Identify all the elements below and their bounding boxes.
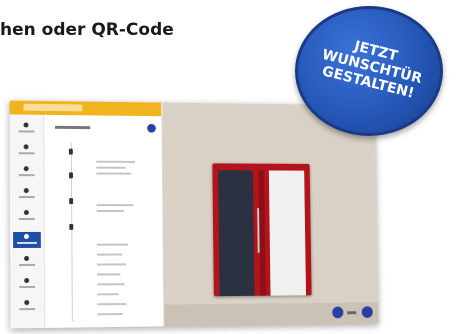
floor [164,302,379,327]
rail-item-icon [23,188,29,194]
option-line [97,273,121,276]
rail-item[interactable] [17,255,37,270]
step-node [69,223,74,230]
headline: hen oder QR-Code [0,20,174,40]
rail-item[interactable] [17,188,37,202]
zoom-in-button[interactable] [361,306,373,318]
rail-item-label [18,174,35,177]
rail-item-active[interactable] [13,231,41,249]
door-sidelight-glass [268,170,307,296]
option-line [97,283,125,286]
rail-item-icon [23,166,29,172]
rail-item-icon [23,144,29,150]
rail-item[interactable] [17,144,37,158]
option-line [96,263,127,266]
rail-item[interactable] [17,166,37,180]
option-line [97,303,127,306]
rail-item[interactable] [17,277,37,292]
sidebar-rail [9,114,46,329]
option-line [97,293,119,296]
configurator-sidebar [9,114,165,329]
zoom-level [347,311,357,315]
option-line [96,172,132,175]
door-sidelight-frame [258,170,266,296]
option-line [97,313,123,316]
promo-badge-wrap: JETZT WUNSCHTÜR GESTALTEN! [281,0,451,150]
rail-item-icon [24,300,30,306]
promo-badge[interactable]: JETZT WUNSCHTÜR GESTALTEN! [295,6,443,136]
rail-item-label [18,217,35,220]
promo-badge-text: JETZT WUNSCHTÜR GESTALTEN! [310,30,434,105]
door-preview [212,163,312,297]
option-line [96,160,136,163]
door-leaf [218,170,255,297]
rail-item-label [19,285,36,289]
rail-item[interactable] [17,210,37,224]
rail-item-label [17,241,37,244]
rail-item-icon [24,277,30,284]
option-line [96,166,126,169]
rail-item-label [19,308,36,311]
option-line [96,210,124,213]
step-node [68,148,73,155]
panel-action-button[interactable] [147,123,156,133]
option-line [96,253,123,256]
rail-item-label [18,196,35,199]
rail-item-icon [23,210,29,215]
step-node [69,172,73,179]
panel-header-label [55,125,91,130]
app-title-placeholder [23,103,83,112]
rail-item-label [18,152,35,155]
panel-header [49,123,156,134]
rail-item-label [18,130,35,133]
step-node [69,198,74,205]
zoom-out-button[interactable] [332,306,344,319]
rail-item-icon [24,255,30,261]
rail-item-label [19,263,36,267]
rail-item-icon [23,122,29,128]
rail-item-icon [23,233,29,239]
rail-item[interactable] [17,300,37,314]
option-line [96,243,128,246]
option-line [96,204,134,207]
step-timeline [70,142,73,322]
rail-item[interactable] [17,122,37,136]
